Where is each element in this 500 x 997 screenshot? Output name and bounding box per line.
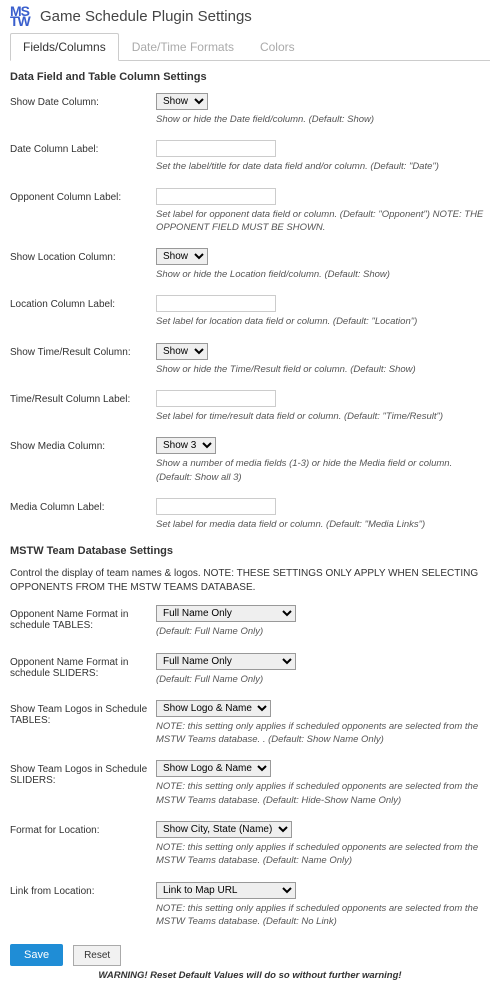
label-date-label: Date Column Label: [10,140,156,155]
row-opp-tables: Opponent Name Format in schedule TABLES:… [10,605,490,638]
row-date-label: Date Column Label: Set the label/title f… [10,140,490,173]
save-button[interactable]: Save [10,944,63,966]
desc-media-label: Set label for media data field or column… [156,518,490,531]
label-show-location: Show Location Column: [10,248,156,263]
select-link-location[interactable]: Link to Map URL [156,882,296,899]
label-location-label: Location Column Label: [10,295,156,310]
input-location-label[interactable] [156,295,276,312]
row-show-time: Show Time/Result Column: Show Show or hi… [10,343,490,376]
input-time-label[interactable] [156,390,276,407]
desc-format-location: NOTE: this setting only applies if sched… [156,841,490,868]
label-opp-tables: Opponent Name Format in schedule TABLES: [10,605,156,631]
row-logo-sliders: Show Team Logos in Schedule SLIDERS: Sho… [10,760,490,807]
label-format-location: Format for Location: [10,821,156,836]
row-show-date: Show Date Column: Show Show or hide the … [10,93,490,126]
select-show-date[interactable]: Show [156,93,208,110]
tab-fields-columns[interactable]: Fields/Columns [10,33,119,61]
row-logo-tables: Show Team Logos in Schedule TABLES: Show… [10,700,490,747]
label-opp-sliders: Opponent Name Format in schedule SLIDERS… [10,653,156,679]
desc-location-label: Set label for location data field or col… [156,315,490,328]
row-media-label: Media Column Label: Set label for media … [10,498,490,531]
label-opponent-label: Opponent Column Label: [10,188,156,203]
label-link-location: Link from Location: [10,882,156,897]
desc-show-date: Show or hide the Date field/column. (Def… [156,113,490,126]
select-show-location[interactable]: Show [156,248,208,265]
mstw-logo: MS TW [10,6,34,26]
label-logo-sliders: Show Team Logos in Schedule SLIDERS: [10,760,156,786]
input-date-label[interactable] [156,140,276,157]
select-logo-tables[interactable]: Show Logo & Name [156,700,271,717]
desc-link-location: NOTE: this setting only applies if sched… [156,902,490,929]
row-location-label: Location Column Label: Set label for loc… [10,295,490,328]
action-buttons: Save Reset [10,944,490,966]
reset-warning: WARNING! Reset Default Values will do so… [10,970,490,981]
desc-show-time: Show or hide the Time/Result field or co… [156,363,490,376]
row-opp-sliders: Opponent Name Format in schedule SLIDERS… [10,653,490,686]
section-heading-team-db: MSTW Team Database Settings [10,545,490,557]
desc-logo-sliders: NOTE: this setting only applies if sched… [156,780,490,807]
desc-opp-sliders: (Default: Full Name Only) [156,673,490,686]
desc-date-label: Set the label/title for date data field … [156,160,490,173]
input-media-label[interactable] [156,498,276,515]
desc-opp-tables: (Default: Full Name Only) [156,625,490,638]
desc-opponent-label: Set label for opponent data field or col… [156,208,490,235]
section-intro-team-db: Control the display of team names & logo… [10,567,490,595]
input-opponent-label[interactable] [156,188,276,205]
select-show-media[interactable]: Show 3 [156,437,216,454]
select-logo-sliders[interactable]: Show Logo & Name [156,760,271,777]
page-title: Game Schedule Plugin Settings [40,8,252,25]
select-opp-sliders[interactable]: Full Name Only [156,653,296,670]
desc-time-label: Set label for time/result data field or … [156,410,490,423]
tab-colors[interactable]: Colors [247,33,308,61]
reset-button[interactable]: Reset [73,945,121,966]
label-media-label: Media Column Label: [10,498,156,513]
desc-logo-tables: NOTE: this setting only applies if sched… [156,720,490,747]
select-show-time[interactable]: Show [156,343,208,360]
select-opp-tables[interactable]: Full Name Only [156,605,296,622]
page-header: MS TW Game Schedule Plugin Settings [10,6,490,26]
section-heading-fields: Data Field and Table Column Settings [10,71,490,83]
label-time-label: Time/Result Column Label: [10,390,156,405]
row-show-location: Show Location Column: Show Show or hide … [10,248,490,281]
row-opponent-label: Opponent Column Label: Set label for opp… [10,188,490,235]
row-link-location: Link from Location: Link to Map URL NOTE… [10,882,490,929]
select-format-location[interactable]: Show City, State (Name) [156,821,292,838]
row-show-media: Show Media Column: Show 3 Show a number … [10,437,490,484]
label-show-time: Show Time/Result Column: [10,343,156,358]
tab-datetime-formats[interactable]: Date/Time Formats [119,33,247,61]
row-format-location: Format for Location: Show City, State (N… [10,821,490,868]
label-show-date: Show Date Column: [10,93,156,108]
settings-tabs: Fields/Columns Date/Time Formats Colors [10,32,490,61]
desc-show-media: Show a number of media fields (1-3) or h… [156,457,490,484]
label-show-media: Show Media Column: [10,437,156,452]
label-logo-tables: Show Team Logos in Schedule TABLES: [10,700,156,726]
desc-show-location: Show or hide the Location field/column. … [156,268,490,281]
row-time-label: Time/Result Column Label: Set label for … [10,390,490,423]
